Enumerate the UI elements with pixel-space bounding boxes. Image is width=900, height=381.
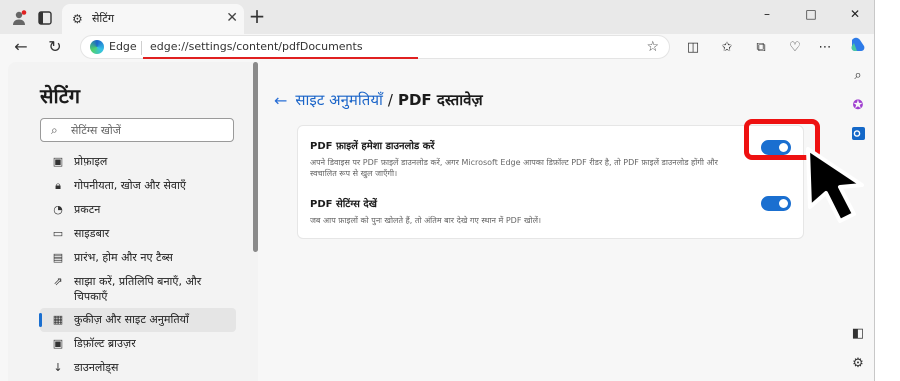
new-tab-button[interactable]: + <box>246 6 268 28</box>
search-icon[interactable]: ⌕ <box>848 66 868 86</box>
breadcrumb-current: PDF दस्तावेज़ <box>397 91 483 109</box>
navigation-toolbar: ← ↻ Edge edge://settings/content/pdfDocu… <box>0 34 874 60</box>
settings-search-box[interactable]: ⌕ <box>40 118 234 142</box>
sidebar-item-label: प्रकटन <box>74 203 101 216</box>
breadcrumb-separator: / <box>387 91 393 109</box>
pointer-cursor-icon <box>806 147 864 223</box>
maximize-button[interactable]: □ <box>796 4 826 26</box>
browser-icon: ▣ <box>52 337 64 350</box>
profile-avatar-icon[interactable] <box>8 7 30 29</box>
back-arrow-icon[interactable]: ← <box>10 36 32 58</box>
sidebar-item-default-browser[interactable]: ▣ डिफ़ॉल्ट ब्राउज़र <box>40 332 236 356</box>
sidebar-item-label: प्रारंभ, होम और नए टैब्स <box>74 251 173 264</box>
sidebar-item-label: डिफ़ॉल्ट ब्राउज़र <box>74 337 136 350</box>
site-identity-label: Edge <box>109 40 137 53</box>
tab-strip: ⚙ सेटिंग ✕ + – □ ✕ <box>0 0 874 34</box>
setting-row-view-pdf-settings: PDF सेटिंग्स देखें जब आप फ़ाइलों को पुनः… <box>310 196 790 226</box>
tab-title: सेटिंग <box>92 12 115 25</box>
minimize-button[interactable]: – <box>752 4 782 26</box>
view-pdf-settings-toggle[interactable] <box>761 196 791 211</box>
sidebar-item-sidebar[interactable]: ▭ साइडबार <box>40 222 236 246</box>
favorites-icon[interactable]: ✩ <box>716 37 738 59</box>
split-screen-icon[interactable]: ◫ <box>682 37 704 59</box>
share-icon: ⇗ <box>53 275 63 288</box>
sidebar-item-privacy[interactable]: 🔒︎ गोपनीयता, खोज और सेवाएँ <box>40 174 236 198</box>
gear-icon: ⚙ <box>72 12 83 26</box>
sidebar-icon: ▭ <box>52 227 64 240</box>
close-tab-icon[interactable]: ✕ <box>226 10 238 26</box>
breadcrumb: ← साइट अनुमतियाँ / PDF दस्तावेज़ <box>274 90 483 110</box>
appearance-icon: ◔ <box>53 203 63 216</box>
url-annotation-underline <box>143 57 418 59</box>
lock-icon: 🔒︎ <box>55 179 61 192</box>
sidebar-item-label: साइडबार <box>74 227 110 240</box>
collections-icon[interactable]: ⧉ <box>750 37 772 59</box>
sidebar-item-appearance[interactable]: ◔ प्रकटन <box>40 198 236 222</box>
settings-content: ← साइट अनुमतियाँ / PDF दस्तावेज़ PDF फ़ा… <box>262 62 842 381</box>
browser-essentials-icon[interactable]: ♡ <box>784 37 806 59</box>
address-bar[interactable]: Edge edge://settings/content/pdfDocument… <box>80 35 670 59</box>
refresh-icon[interactable]: ↻ <box>44 36 66 58</box>
close-window-button[interactable]: ✕ <box>840 4 870 26</box>
tab-actions-icon[interactable] <box>34 7 56 29</box>
setting-title: PDF फ़ाइलें हमेशा डाउनलोड करें <box>310 141 435 152</box>
sidebar-item-cookies-permissions[interactable]: ▦ कुकीज़ और साइट अनुमतियाँ <box>39 308 236 332</box>
sidebar-item-start-home[interactable]: ▤ प्रारंभ, होम और नए टैब्स <box>40 246 236 270</box>
url-text[interactable]: edge://settings/content/pdfDocuments <box>150 40 363 53</box>
copilot-icon[interactable] <box>848 36 868 56</box>
sidebar-item-label: कुकीज़ और साइट अनुमतियाँ <box>74 313 189 326</box>
setting-title: PDF सेटिंग्स देखें <box>310 199 377 210</box>
tab-settings[interactable]: ⚙ सेटिंग ✕ <box>62 4 244 34</box>
sidebar-item-label: साझा करें, प्रतिलिपि बनाएँ, और चिपकाएँ <box>74 275 202 303</box>
more-options-icon[interactable]: ⋯ <box>814 37 836 59</box>
breadcrumb-site-permissions-link[interactable]: साइट अनुमतियाँ <box>295 90 383 110</box>
sidebar-item-label: प्रोफ़ाइल <box>74 155 108 168</box>
setting-description: जब आप फ़ाइलों को पुनः खोलते हैं, तो अंति… <box>310 216 542 225</box>
page-title: सेटिंग <box>40 84 81 108</box>
cookies-icon: ▦ <box>52 313 64 326</box>
edge-logo-icon <box>90 40 104 54</box>
favorite-star-icon[interactable]: ☆ <box>646 39 659 55</box>
sidebar-scrollbar[interactable] <box>253 62 258 252</box>
address-divider <box>141 41 142 55</box>
shopping-icon[interactable]: ✪ <box>848 96 868 116</box>
setting-description: अपने डिवाइस पर PDF फ़ाइलें डाउनलोड करें,… <box>310 158 718 178</box>
settings-nav-list: ▣ प्रोफ़ाइल 🔒︎ गोपनीयता, खोज और सेवाएँ ◔… <box>39 150 236 380</box>
browser-window: ⚙ सेटिंग ✕ + – □ ✕ ← ↻ Edge edge://setti… <box>0 0 875 381</box>
pdf-settings-card: PDF फ़ाइलें हमेशा डाउनलोड करें अपने डिवा… <box>297 125 804 239</box>
home-tabs-icon: ▤ <box>52 251 64 264</box>
settings-search-input[interactable] <box>71 122 231 138</box>
sidebar-item-label: गोपनीयता, खोज और सेवाएँ <box>74 179 186 192</box>
setting-row-always-download: PDF फ़ाइलें हमेशा डाउनलोड करें अपने डिवा… <box>310 138 790 179</box>
sidebar-toggle-icon[interactable]: ◧ <box>848 324 868 344</box>
search-icon: ⌕ <box>51 123 58 137</box>
back-arrow-icon[interactable]: ← <box>274 91 287 110</box>
profile-icon: ▣ <box>52 155 64 168</box>
sidebar-item-downloads[interactable]: ↓ डाउनलोड्स <box>40 356 236 380</box>
download-icon: ↓ <box>53 361 63 374</box>
settings-sidebar: सेटिंग ⌕ ▣ प्रोफ़ाइल 🔒︎ गोपनीयता, खोज और… <box>8 62 258 381</box>
toggle-knob <box>779 199 788 208</box>
sidebar-item-label: डाउनलोड्स <box>74 361 119 374</box>
sidebar-item-share-copy-paste[interactable]: ⇗ साझा करें, प्रतिलिपि बनाएँ, और चिपकाएँ <box>40 270 236 308</box>
sidebar-item-profile[interactable]: ▣ प्रोफ़ाइल <box>40 150 236 174</box>
settings-gear-icon[interactable]: ⚙ <box>848 354 868 374</box>
